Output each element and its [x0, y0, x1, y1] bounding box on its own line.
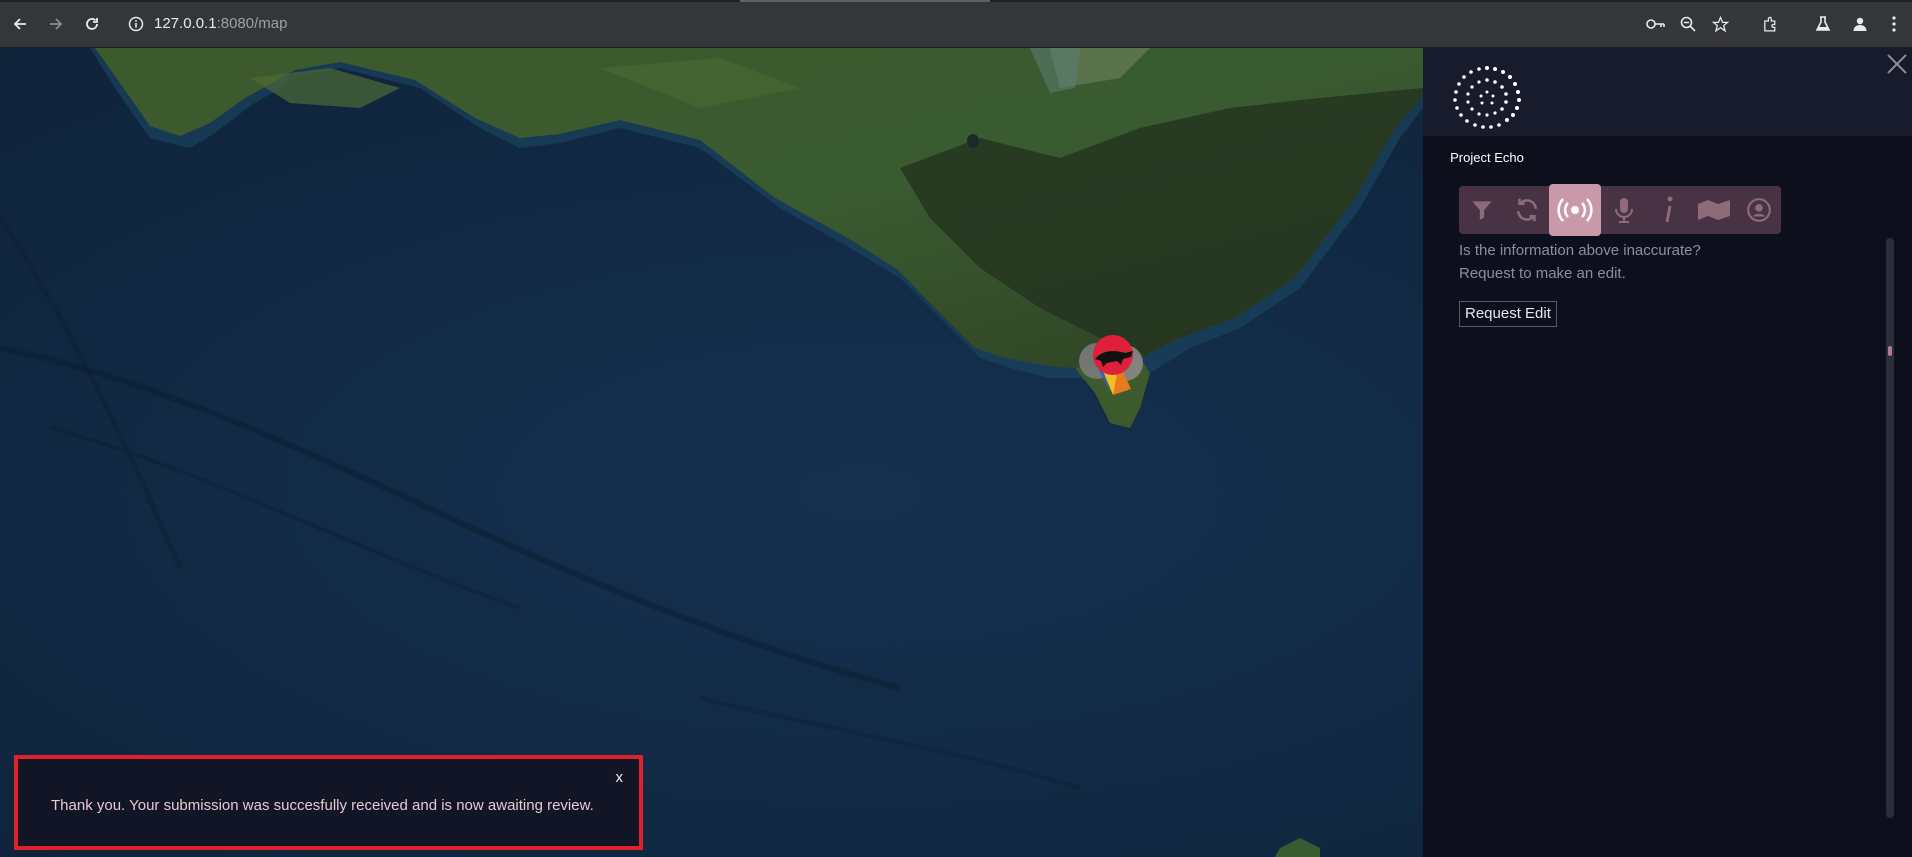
info-icon[interactable]	[1646, 186, 1691, 234]
labs-icon[interactable]	[1809, 10, 1837, 38]
animal-marker-icon	[1079, 335, 1143, 395]
filter-icon[interactable]	[1459, 186, 1504, 234]
address-bar[interactable]: 127.0.0.1:8080/map	[118, 8, 1658, 40]
close-panel-icon[interactable]	[1885, 52, 1912, 80]
logo-text: Project Echo	[1450, 150, 1524, 165]
submission-toast: x Thank you. Your submission was succesf…	[14, 755, 643, 850]
toast-close-button[interactable]: x	[616, 769, 624, 786]
sync-icon[interactable]	[1504, 186, 1549, 234]
key-icon[interactable]	[1642, 10, 1670, 38]
panel-scrollbar[interactable]	[1886, 238, 1894, 818]
request-edit-prompt: Request to make an edit.	[1459, 265, 1626, 282]
broadcast-icon[interactable]	[1549, 184, 1601, 236]
request-edit-button[interactable]: Request Edit	[1459, 301, 1557, 327]
star-icon[interactable]	[1706, 10, 1734, 38]
site-info-icon[interactable]	[128, 16, 144, 37]
map-icon[interactable]	[1691, 186, 1736, 234]
microphone-icon[interactable]	[1601, 186, 1646, 234]
url-path: :8080/map	[216, 15, 288, 32]
user-icon[interactable]	[1736, 186, 1781, 234]
extensions-icon[interactable]	[1756, 10, 1784, 38]
url-host: 127.0.0.1	[154, 15, 217, 32]
spiral-logo-icon	[1453, 66, 1521, 129]
url-text: 127.0.0.1:8080/map	[154, 15, 287, 32]
panel-scrollbar-thumb[interactable]	[1888, 346, 1892, 356]
browser-toolbar: 127.0.0.1:8080/map	[0, 0, 1912, 48]
project-echo-logo[interactable]: Project Echo	[1437, 60, 1537, 165]
map-marker-cluster[interactable]	[1073, 333, 1153, 403]
forward-icon[interactable]	[42, 10, 70, 38]
side-panel: Project Echo Is the information above in…	[1423, 48, 1912, 857]
back-icon[interactable]	[6, 10, 34, 38]
reload-icon[interactable]	[78, 10, 106, 38]
zoom-icon[interactable]	[1674, 10, 1702, 38]
inaccurate-question: Is the information above inaccurate?	[1459, 242, 1701, 259]
menu-icon[interactable]	[1880, 10, 1908, 38]
profile-icon[interactable]	[1846, 10, 1874, 38]
toast-message: Thank you. Your submission was succesful…	[51, 797, 594, 814]
panel-toolbar	[1459, 184, 1781, 236]
